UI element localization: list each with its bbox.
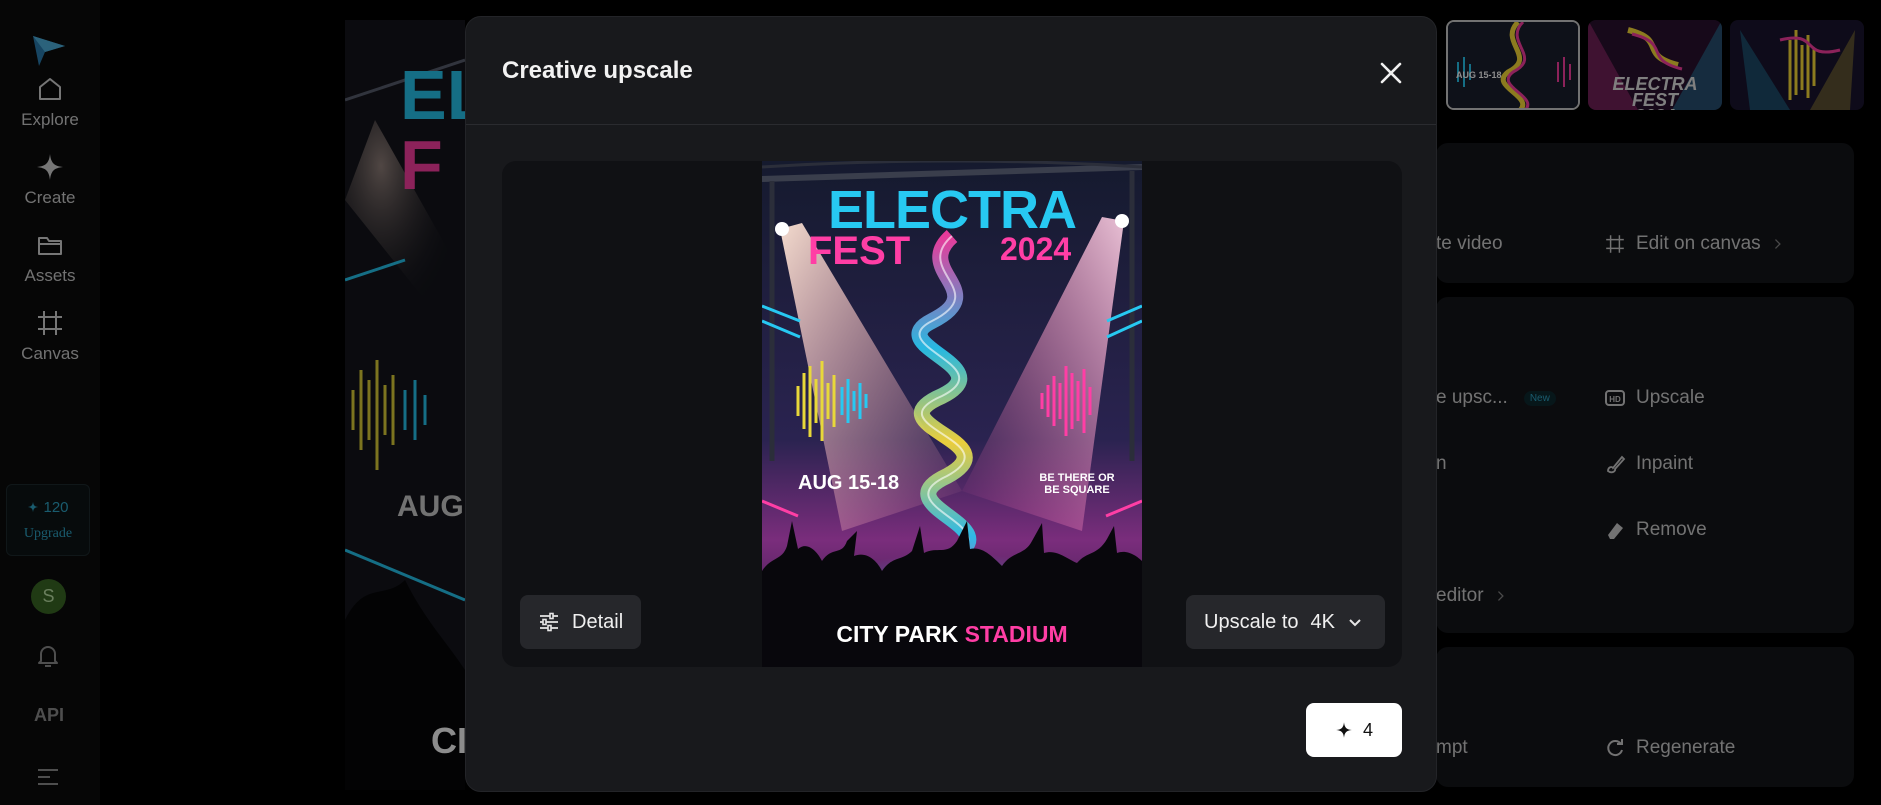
nav-assets[interactable]: Assets xyxy=(0,230,100,286)
remove-button[interactable]: Remove xyxy=(1604,519,1707,541)
canvas-frame-icon xyxy=(1606,235,1624,253)
edit-on-canvas-label: Edit on canvas xyxy=(1636,233,1761,254)
chevron-right-icon xyxy=(1774,239,1781,249)
regenerate-button[interactable]: Regenerate xyxy=(1604,737,1735,759)
prompt-label: mpt xyxy=(1436,737,1468,758)
folder-icon xyxy=(38,237,62,255)
poster-image: ELECTRA FEST 2024 AUG 15-18 BE THERE OR … xyxy=(761,161,1143,667)
logo-icon[interactable] xyxy=(31,32,67,68)
bell-icon[interactable] xyxy=(33,640,63,670)
credits-value: 120 xyxy=(43,498,69,516)
poster-dates: AUG 15-18 xyxy=(798,472,900,494)
brush-icon xyxy=(1607,455,1626,474)
nav-create-label: Create xyxy=(24,188,76,207)
bg-poster-subtitle-fragment: F xyxy=(400,126,443,204)
close-icon xyxy=(1380,62,1402,84)
nav-canvas[interactable]: Canvas xyxy=(0,308,100,364)
nav-assets-label: Assets xyxy=(24,266,76,285)
upscale-label: Upscale xyxy=(1636,387,1705,408)
poster-tagline-line2: BE SQUARE xyxy=(1044,484,1110,497)
detail-label: Detail xyxy=(572,610,624,633)
action-label: n xyxy=(1436,453,1447,474)
creative-upscale-modal: Creative upscale ELECTRA FEST 2024 AUG 1… xyxy=(465,16,1437,792)
generate-cost: 4 xyxy=(1362,719,1373,740)
chevron-down-icon xyxy=(1349,619,1361,627)
poster-venue-a: CITY PARK xyxy=(836,621,959,647)
inpaint-label: Inpaint xyxy=(1636,453,1694,474)
poster-venue-b: STADIUM xyxy=(964,621,1068,647)
upgrade-box[interactable]: 120 Upgrade xyxy=(6,484,90,556)
generate-button[interactable]: 4 xyxy=(1306,703,1402,757)
poster-tagline: BE THERE OR BE SQUARE xyxy=(1032,472,1122,496)
poster-title-line2-a: FEST xyxy=(808,229,911,273)
upscale-label: Upscale to xyxy=(1204,610,1299,633)
api-link[interactable]: API xyxy=(34,705,64,726)
creative-upscale-button[interactable]: e upsc... New xyxy=(1436,387,1556,409)
action-card-edit: e upsc... New HD Upscale n Inpaint Remov… xyxy=(1436,297,1854,633)
create-video-button[interactable]: te video xyxy=(1436,233,1503,255)
bg-poster-title-fragment: EL xyxy=(400,56,465,134)
creative-upscale-label: e upsc... xyxy=(1436,387,1508,408)
thumbnail[interactable]: ELECTRA FEST 2024 xyxy=(1588,20,1722,110)
editor-label: editor xyxy=(1436,585,1484,606)
action-card-video: te video Edit on canvas xyxy=(1436,143,1854,283)
detail-button[interactable]: Detail xyxy=(520,595,642,649)
upscale-button[interactable]: HD Upscale xyxy=(1604,387,1705,409)
chevron-right-icon xyxy=(1497,591,1504,601)
remove-label: Remove xyxy=(1636,519,1707,540)
credits-count: 120 xyxy=(27,498,69,516)
poster-venue: CITY PARK STADIUM xyxy=(762,623,1142,646)
poster-title-line2-b: 2024 xyxy=(1000,231,1072,267)
create-video-label: te video xyxy=(1436,233,1503,254)
upgrade-label: Upgrade xyxy=(23,525,73,541)
thumbnail[interactable]: AUG 15-18 xyxy=(1446,20,1580,110)
eraser-icon xyxy=(1608,523,1623,539)
close-button[interactable] xyxy=(1371,53,1411,93)
right-panel: AUG 15-18 ELECTRA FEST 2024 te vi xyxy=(1436,0,1881,805)
nav-canvas-label: Canvas xyxy=(21,344,79,363)
thumbnail-caption: AUG 15-18 xyxy=(1456,70,1502,80)
open-editor-button[interactable]: editor xyxy=(1436,585,1508,607)
upscale-resolution-dropdown[interactable]: Upscale to 4K xyxy=(1186,595,1385,649)
poster-tagline-line1: BE THERE OR xyxy=(1039,472,1115,484)
bg-poster-date-fragment: AUG xyxy=(397,490,464,523)
sparkle-icon xyxy=(1336,722,1352,738)
image-preview: ELECTRA FEST 2024 AUG 15-18 BE THERE OR … xyxy=(502,161,1402,667)
menu-icon[interactable] xyxy=(36,766,60,788)
upscale-value: 4K xyxy=(1310,610,1335,633)
thumbnail-strip: AUG 15-18 ELECTRA FEST 2024 xyxy=(1436,20,1881,112)
modal-header: Creative upscale xyxy=(466,17,1436,125)
action-card-prompt: mpt Regenerate xyxy=(1436,647,1854,787)
left-sidebar: Explore Create Assets Canvas 120 Upgrade… xyxy=(0,0,100,805)
action-button[interactable]: n xyxy=(1436,453,1447,475)
background-poster-image: EL F AUG CI xyxy=(345,20,465,790)
thumbnail[interactable] xyxy=(1730,20,1864,110)
sparkle-icon xyxy=(37,154,63,180)
bg-poster-venue-fragment: CI xyxy=(431,720,465,761)
reuse-prompt-button[interactable]: mpt xyxy=(1436,737,1468,759)
avatar[interactable]: S xyxy=(31,579,66,614)
svg-text:HD: HD xyxy=(1609,395,1621,404)
modal-title: Creative upscale xyxy=(502,57,693,84)
edit-on-canvas-button[interactable]: Edit on canvas xyxy=(1604,233,1785,255)
nav-create[interactable]: Create xyxy=(0,152,100,208)
regenerate-label: Regenerate xyxy=(1636,737,1736,758)
home-icon xyxy=(39,78,61,100)
thumbnail-caption: ELECTRA FEST 2024 xyxy=(1612,74,1698,110)
canvas-frame-icon xyxy=(38,311,62,335)
sparkle-icon xyxy=(28,501,39,513)
inpaint-button[interactable]: Inpaint xyxy=(1604,453,1693,475)
nav-explore-label: Explore xyxy=(21,110,79,129)
nav-explore[interactable]: Explore xyxy=(0,74,100,130)
new-badge: New xyxy=(1523,390,1556,406)
refresh-icon xyxy=(1607,739,1623,757)
sliders-icon xyxy=(540,612,558,632)
hd-icon: HD xyxy=(1605,390,1625,406)
